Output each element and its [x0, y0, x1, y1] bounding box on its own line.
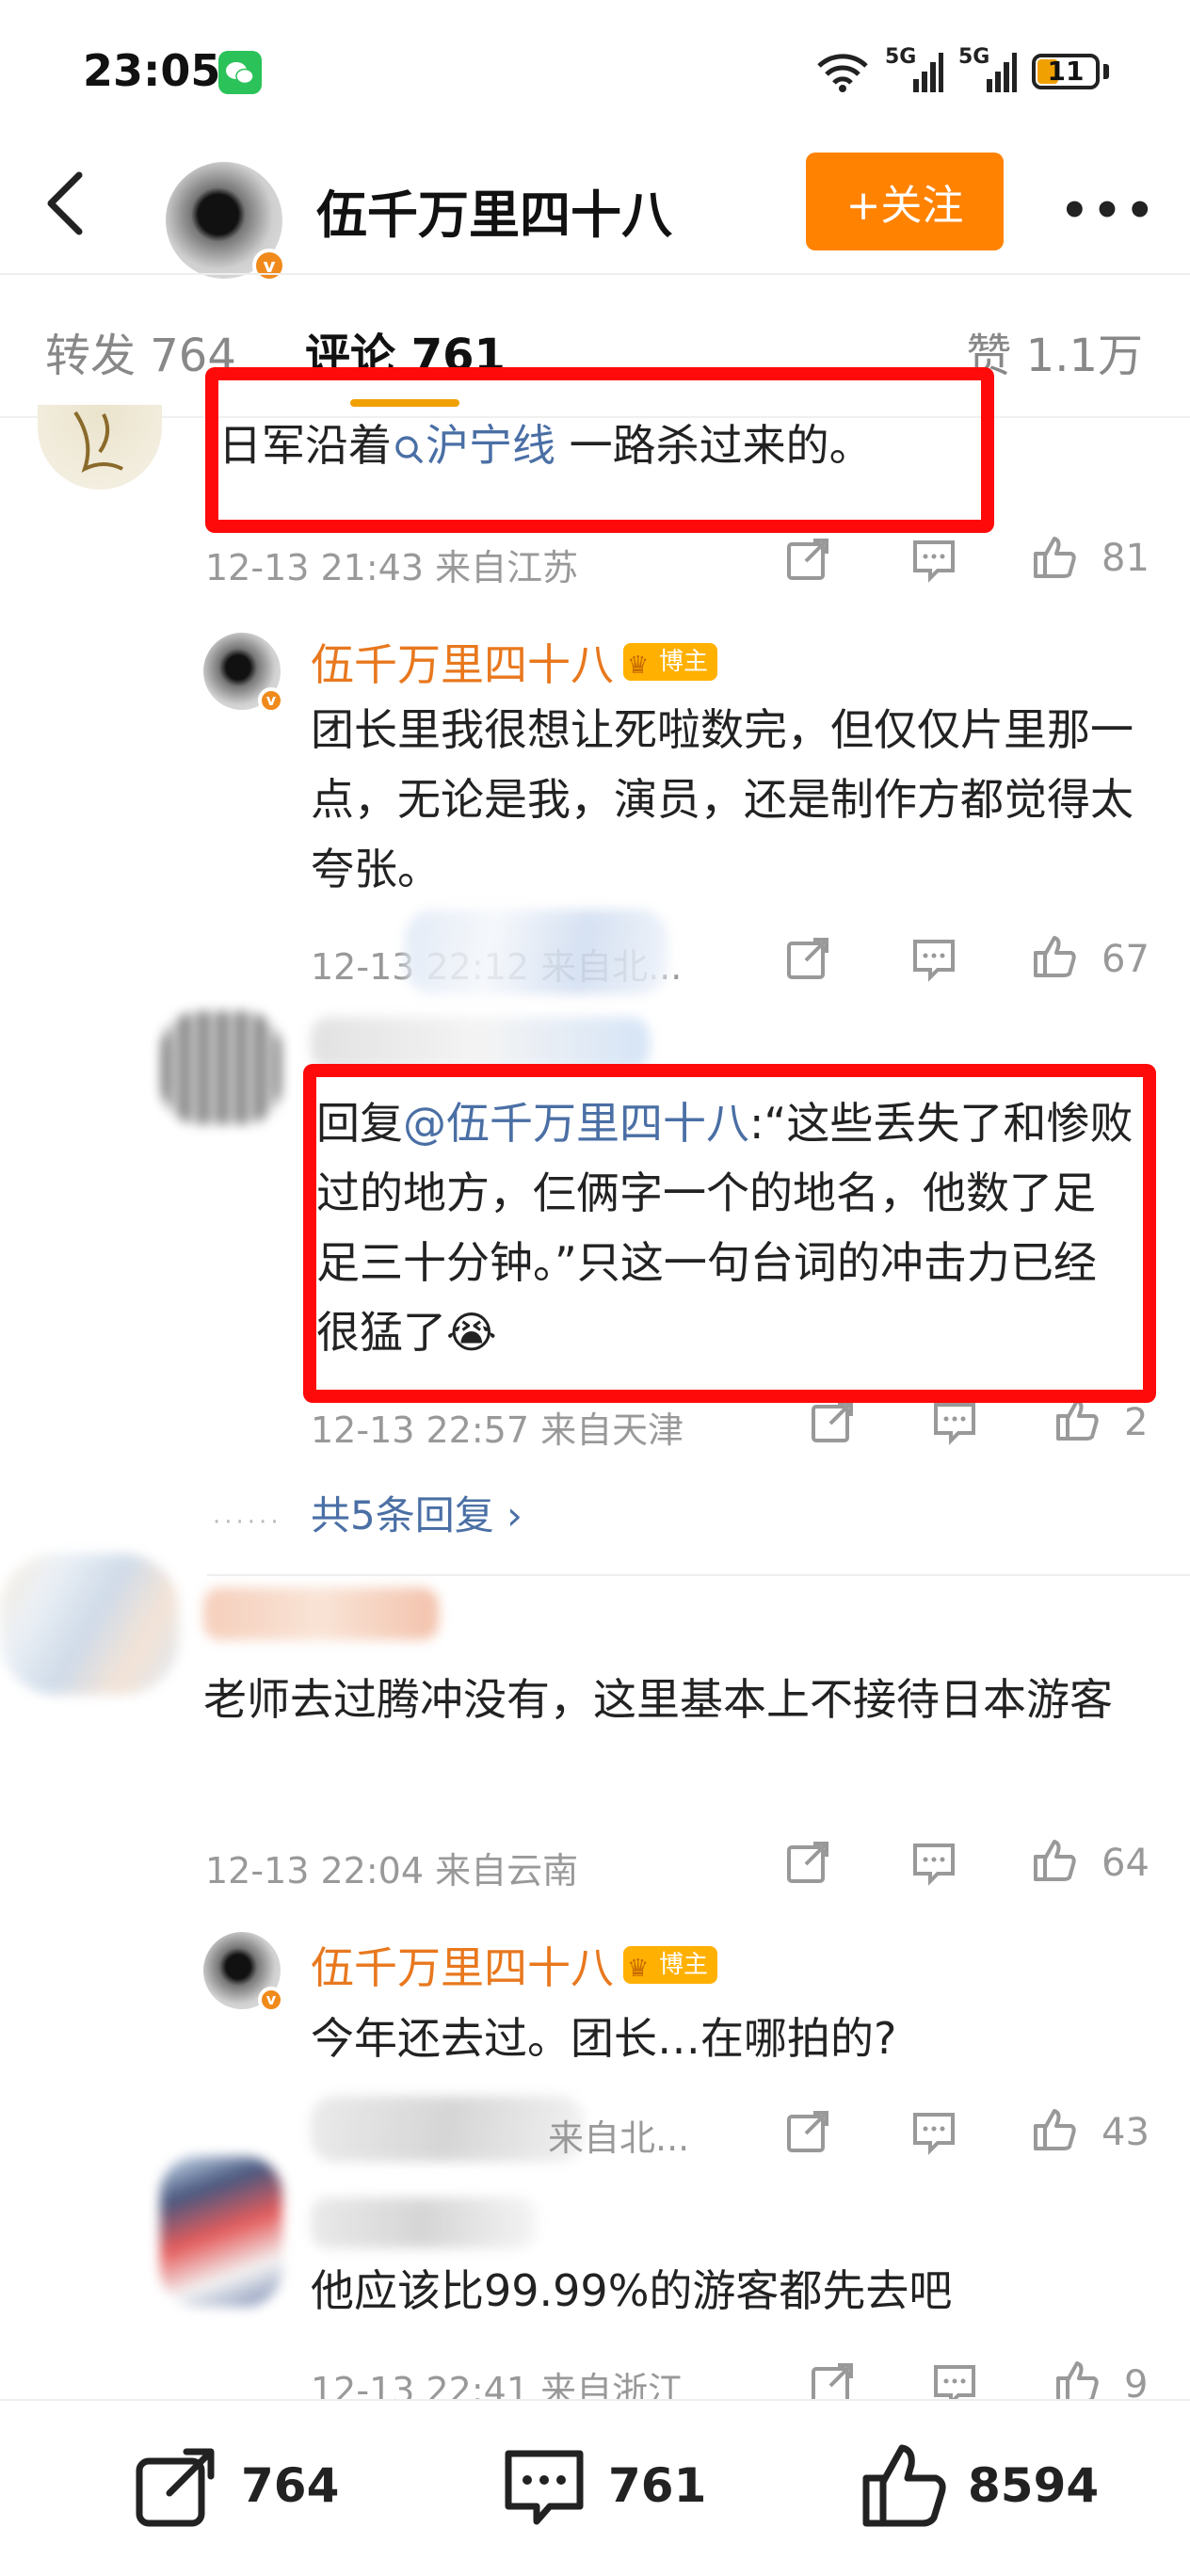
verified-badge-icon: v: [258, 687, 284, 714]
status-time: 23:05: [83, 45, 221, 96]
like-count: 2: [1124, 1401, 1149, 1444]
comment-text: 老师去过腾冲没有，这里基本上不接待日本游客: [203, 1674, 1113, 1725]
comment-icon[interactable]: [909, 1838, 958, 1887]
comment-text-part: 一路杀过来的。: [555, 420, 873, 471]
commenter-avatar[interactable]: [0, 1554, 179, 1695]
like-count: 67: [1102, 938, 1150, 981]
tab-repost[interactable]: 转发 764: [45, 318, 236, 384]
repost-button[interactable]: 764: [132, 2440, 339, 2531]
commenter-avatar[interactable]: v: [203, 1932, 284, 2013]
battery-level: 11: [1047, 56, 1085, 87]
comment-icon[interactable]: [909, 2107, 958, 2156]
commenter-avatar[interactable]: [162, 1011, 281, 1124]
share-icon: [136, 2448, 215, 2527]
badge-label: 博主: [658, 648, 708, 676]
tab-indicator: [350, 399, 459, 407]
author-name[interactable]: 伍千万里四十八: [316, 173, 672, 248]
comment-icon[interactable]: [930, 1397, 979, 1446]
verified-badge-icon: v: [258, 1987, 284, 2013]
crown-icon: ♛: [627, 652, 650, 680]
verified-badge-icon: v: [252, 249, 286, 282]
chevron-left-icon: [47, 171, 83, 235]
like-count-total: 8594: [968, 2458, 1100, 2513]
more-options-button[interactable]: •••: [1060, 185, 1158, 237]
comment-icon[interactable]: [909, 934, 958, 983]
comment-divider: [207, 1574, 1190, 1576]
share-icon[interactable]: [783, 2107, 832, 2156]
more-replies-dots: ······: [213, 1508, 282, 1537]
comment-text: 日军沿着 沪宁线 一路杀过来的。: [218, 411, 873, 480]
battery-tip: [1103, 64, 1109, 79]
like-count: 81: [1102, 537, 1150, 580]
tab-likes[interactable]: 赞 1.1万: [966, 318, 1143, 384]
comment-count: 761: [608, 2458, 707, 2513]
comment-button[interactable]: 761: [499, 2440, 706, 2531]
commenter-avatar[interactable]: [38, 405, 162, 490]
share-icon[interactable]: [808, 1397, 857, 1446]
like-count: 43: [1102, 2111, 1150, 2154]
comment-icon: [505, 2450, 584, 2525]
commenter-avatar[interactable]: [160, 2156, 282, 2307]
mention-link[interactable]: @伍千万里四十八: [403, 1098, 749, 1149]
wechat-icon: [218, 51, 262, 94]
reply-text: 团长里我很想让死啦数完，但仅仅片里那一点，无论是我，演员，还是制作方都觉得太夸张…: [311, 704, 1134, 894]
redacted-username: [203, 1587, 439, 1640]
blogger-badge: ♛ 博主: [623, 643, 717, 681]
topic-link[interactable]: 沪宁线: [426, 420, 555, 471]
crown-icon: ♛: [627, 1955, 650, 1983]
comment-text-part: 日军沿着: [218, 420, 392, 471]
like-icon[interactable]: [1030, 932, 1079, 981]
network-label: 5G: [958, 45, 990, 69]
battery-icon: 11: [1032, 54, 1100, 89]
bottom-divider: [0, 2399, 1190, 2401]
reply-author[interactable]: 伍千万里四十八: [311, 631, 614, 693]
back-button[interactable]: [38, 166, 94, 241]
share-icon[interactable]: [783, 535, 832, 584]
like-icon[interactable]: [1053, 1395, 1102, 1444]
comment-time: 12-13 22:57 来自天津: [311, 1409, 684, 1451]
header-divider: [0, 273, 1190, 275]
reply-header: 伍千万里四十八 ♛ 博主: [311, 1934, 717, 1996]
reply-text: 今年还去过。团长…在哪拍的?: [311, 2013, 897, 2064]
commenter-avatar[interactable]: v: [203, 633, 284, 714]
like-icon: [862, 2444, 946, 2527]
more-replies-link[interactable]: 共5条回复 ›: [311, 1484, 523, 1541]
author-avatar[interactable]: v: [166, 162, 286, 282]
reply-prefix: 回复: [316, 1098, 403, 1149]
redacted-username: [311, 2198, 537, 2248]
status-indicators: 5G 5G 11: [815, 45, 1109, 96]
follow-button[interactable]: +关注: [806, 153, 1004, 250]
wifi-icon: [817, 54, 868, 92]
like-count: 64: [1102, 1842, 1150, 1885]
reply-text: 回复@伍千万里四十八:“这些丢失了和惨败过的地方，仨俩字一个的地名，他数了足足三…: [316, 1088, 1135, 1367]
network-label: 5G: [885, 45, 917, 69]
tab-comments[interactable]: 评论 761: [305, 318, 506, 384]
reply-text: 他应该比99.99%的游客都先去吧: [311, 2265, 953, 2316]
reply-header: 伍千万里四十八 ♛ 博主: [311, 631, 717, 693]
like-button[interactable]: 8594: [859, 2440, 1099, 2531]
comment-time: 来自北...: [548, 2117, 690, 2159]
like-icon[interactable]: [1030, 2105, 1079, 2154]
share-icon[interactable]: [783, 1838, 832, 1887]
reply-author[interactable]: 伍千万里四十八: [311, 1934, 614, 1996]
comment-time: 12-13 21:43 来自江苏: [205, 547, 579, 588]
signal-icon: 5G: [958, 45, 1017, 94]
like-icon[interactable]: [1030, 533, 1079, 582]
redacted-smudge: [405, 910, 668, 994]
repost-count: 764: [241, 2458, 340, 2513]
blogger-badge: ♛ 博主: [623, 1946, 717, 1984]
comment-time: 12-13 22:04 来自云南: [205, 1850, 579, 1892]
badge-label: 博主: [658, 1951, 708, 1979]
signal-icon: 5G: [885, 45, 943, 94]
redacted-username: [311, 1017, 650, 1070]
redacted-smudge: [311, 2096, 584, 2162]
share-icon[interactable]: [783, 934, 832, 983]
like-icon[interactable]: [1030, 1836, 1079, 1885]
comment-icon[interactable]: [909, 535, 958, 584]
search-icon: [395, 435, 423, 463]
